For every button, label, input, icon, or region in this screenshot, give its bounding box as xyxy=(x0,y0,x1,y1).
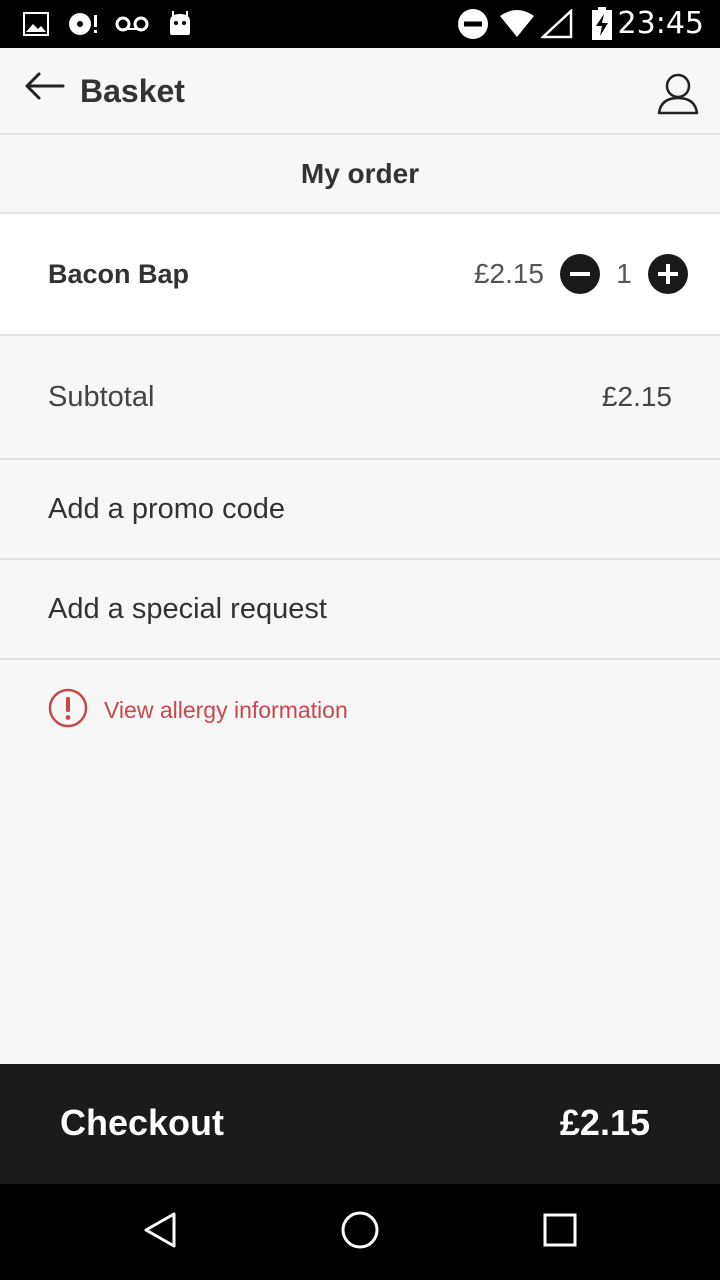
back-triangle-icon xyxy=(140,1210,180,1255)
add-promo-code-button[interactable]: Add a promo code xyxy=(0,460,720,560)
status-time: 23:45 xyxy=(617,6,704,41)
image-icon xyxy=(22,0,50,48)
minus-icon xyxy=(570,272,590,276)
section-header-my-order: My order xyxy=(0,136,720,214)
checkout-button[interactable]: Checkout £2.15 xyxy=(0,1064,720,1184)
app-bar: Basket xyxy=(0,48,720,135)
battery-charging-icon xyxy=(590,0,614,48)
system-nav-bar xyxy=(0,1184,720,1280)
order-item-row: Bacon Bap £2.15 1 xyxy=(0,214,720,336)
view-allergy-information-link[interactable]: View allergy information xyxy=(48,688,348,733)
voicemail-icon xyxy=(114,0,150,48)
checkout-total: £2.15 xyxy=(559,1102,650,1143)
sync-disc-icon xyxy=(66,0,102,48)
arrow-left-icon xyxy=(23,71,65,106)
allergy-label: View allergy information xyxy=(104,696,348,723)
checkout-label: Checkout xyxy=(60,1102,225,1143)
add-special-request-button[interactable]: Add a special request xyxy=(0,560,720,660)
status-bar: 23:45 xyxy=(0,0,720,48)
subtotal-label: Subtotal xyxy=(48,381,155,413)
account-button[interactable] xyxy=(654,72,702,120)
request-label: Add a special request xyxy=(48,593,327,625)
nav-home-button[interactable] xyxy=(336,1208,384,1256)
increase-quantity-button[interactable] xyxy=(648,254,688,294)
page-title: Basket xyxy=(80,73,185,109)
promo-label: Add a promo code xyxy=(48,493,285,525)
signal-icon xyxy=(540,0,574,48)
nav-back-button[interactable] xyxy=(136,1208,184,1256)
item-name: Bacon Bap xyxy=(48,259,190,289)
alert-circle-icon xyxy=(48,688,88,733)
plus-icon xyxy=(658,264,678,284)
home-circle-icon xyxy=(340,1210,380,1255)
wifi-icon xyxy=(498,0,536,48)
back-button[interactable] xyxy=(18,66,70,110)
nav-recents-button[interactable] xyxy=(536,1208,584,1256)
recents-square-icon xyxy=(540,1210,580,1255)
subtotal-row: Subtotal £2.15 xyxy=(0,336,720,460)
item-price: £2.15 xyxy=(473,258,544,289)
subtotal-value: £2.15 xyxy=(601,381,672,412)
item-quantity: 1 xyxy=(616,258,632,289)
android-icon xyxy=(166,0,194,48)
do-not-disturb-icon xyxy=(456,0,490,48)
user-icon xyxy=(656,73,700,120)
decrease-quantity-button[interactable] xyxy=(560,254,600,294)
